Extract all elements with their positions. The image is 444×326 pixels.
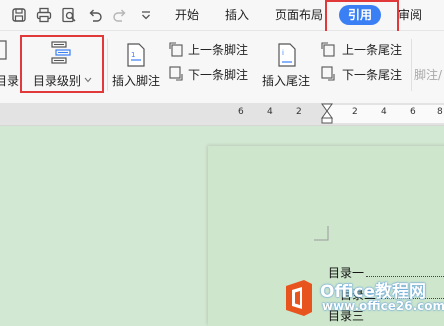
- office-logo-icon: [286, 280, 312, 316]
- ruler-tick: 4: [267, 107, 273, 117]
- insert-endnote-button[interactable]: i 插入尾注: [260, 37, 314, 91]
- ruler-tick: 8: [437, 107, 443, 117]
- next-footnote-icon: [169, 66, 183, 81]
- prev-footnote-button[interactable]: 上一条脚注: [168, 39, 258, 59]
- next-endnote-button[interactable]: 下一条尾注: [320, 64, 412, 84]
- margin-corner-mark: [314, 226, 329, 241]
- tab-insert[interactable]: 插入: [225, 6, 249, 24]
- tab-page-layout[interactable]: 页面布局: [275, 6, 323, 24]
- watermark: Office教程网 www.office26.com: [282, 276, 444, 321]
- redo-icon[interactable]: [111, 6, 129, 24]
- print-preview-icon[interactable]: [60, 6, 78, 24]
- next-footnote-label: 下一条脚注: [188, 68, 249, 82]
- ruler-tick: 4: [381, 107, 387, 117]
- tab-review[interactable]: 审阅: [398, 6, 422, 24]
- save-icon[interactable]: [10, 6, 28, 24]
- insert-endnote-label: 插入尾注: [262, 74, 311, 88]
- next-footnote-button[interactable]: 下一条脚注: [168, 64, 258, 84]
- customize-dropdown-icon[interactable]: [137, 6, 155, 24]
- prev-endnote-button[interactable]: 上一条尾注: [320, 39, 412, 59]
- next-endnote-icon: [321, 66, 335, 81]
- prev-endnote-label: 上一条尾注: [342, 43, 403, 57]
- insert-footnote-icon: 1: [127, 43, 145, 67]
- insert-footnote-button[interactable]: 1 插入脚注: [110, 37, 164, 91]
- next-endnote-label: 下一条尾注: [342, 68, 403, 82]
- ruler-tick: 6: [410, 107, 416, 117]
- ruler-tick: 2: [352, 107, 358, 117]
- tab-home[interactable]: 开始: [175, 6, 199, 24]
- toc-button-label[interactable]: 目录: [0, 72, 19, 89]
- svg-text:i: i: [282, 49, 284, 57]
- table-of-contents-icon[interactable]: [0, 39, 8, 63]
- ribbon-separator: [107, 39, 108, 91]
- horizontal-ruler: 6 4 2 2 4 6 8: [0, 103, 444, 126]
- insert-footnote-label: 插入脚注: [112, 74, 161, 88]
- prev-footnote-icon: [169, 42, 183, 57]
- print-icon[interactable]: [35, 6, 53, 24]
- ribbon-separator: [411, 39, 412, 91]
- highlight-box-toc-level: [20, 35, 104, 93]
- indent-marker-icon[interactable]: [320, 103, 334, 125]
- prev-endnote-icon: [321, 42, 335, 57]
- prev-footnote-label: 上一条脚注: [188, 43, 249, 57]
- ribbon-references: 目录 目录级别 1 插入脚注 上一条脚注 下一条脚注 i 插入尾注 上一条尾注 …: [0, 31, 444, 104]
- ruler-tick: 6: [238, 107, 244, 117]
- ruler-tick: 2: [296, 107, 302, 117]
- svg-text:1: 1: [131, 51, 135, 59]
- undo-icon[interactable]: [86, 6, 104, 24]
- footnote-endnote-separator-button[interactable]: 脚注/: [414, 66, 442, 83]
- watermark-url: www.office26.com: [322, 299, 444, 313]
- insert-endnote-icon: i: [278, 43, 296, 67]
